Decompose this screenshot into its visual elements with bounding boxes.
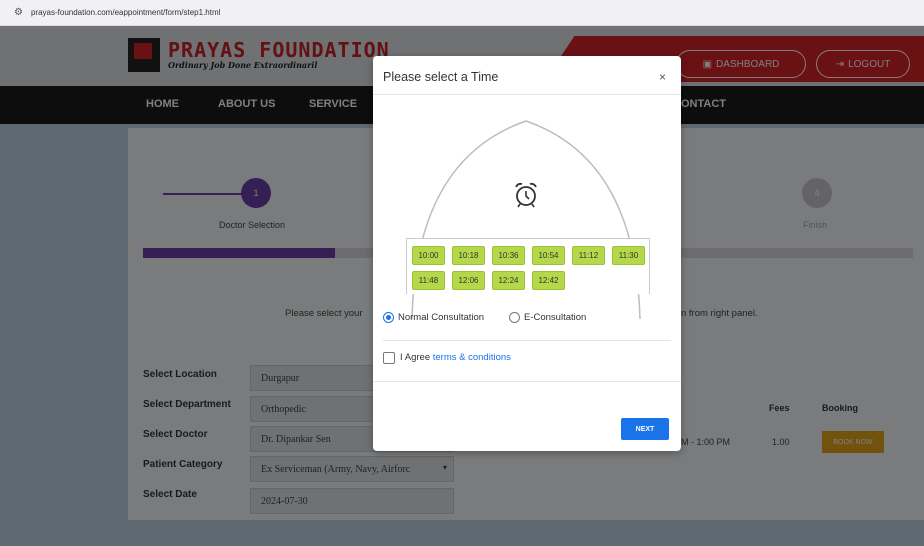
- time-slot[interactable]: 10:54: [532, 246, 565, 265]
- time-slot[interactable]: 11:48: [412, 271, 445, 290]
- address-bar[interactable]: ⚙ prayas-foundation.com/eappointment/for…: [0, 0, 924, 26]
- time-slot[interactable]: 10:00: [412, 246, 445, 265]
- modal-divider: [373, 381, 681, 382]
- modal-title: Please select a Time: [383, 70, 499, 84]
- time-slot[interactable]: 10:18: [452, 246, 485, 265]
- next-button[interactable]: NEXT: [621, 418, 669, 440]
- modal-divider: [373, 94, 681, 95]
- time-slot[interactable]: 12:24: [492, 271, 525, 290]
- normal-consultation-label[interactable]: Normal Consultation: [398, 312, 484, 323]
- url-text[interactable]: prayas-foundation.com/eappointment/form/…: [31, 8, 220, 17]
- agree-checkbox[interactable]: [383, 352, 395, 364]
- time-slot[interactable]: 12:42: [532, 271, 565, 290]
- time-slot[interactable]: 11:12: [572, 246, 605, 265]
- time-slot[interactable]: 10:36: [492, 246, 525, 265]
- terms-link[interactable]: terms & conditions: [433, 352, 511, 363]
- modal-divider: [383, 340, 671, 341]
- normal-consultation-radio[interactable]: [383, 312, 394, 323]
- time-slot[interactable]: 12:06: [452, 271, 485, 290]
- close-icon[interactable]: ×: [659, 70, 666, 84]
- agree-text: I Agree: [400, 352, 433, 363]
- alarm-clock-icon: [515, 182, 537, 208]
- site-settings-icon[interactable]: ⚙: [14, 7, 23, 18]
- e-consultation-radio[interactable]: [509, 312, 520, 323]
- e-consultation-label[interactable]: E-Consultation: [524, 312, 586, 323]
- time-slots-panel: 10:00 10:18 10:36 10:54 11:12 11:30 11:4…: [406, 238, 650, 294]
- time-slot[interactable]: 11:30: [612, 246, 645, 265]
- agree-label: I Agree terms & conditions: [400, 352, 511, 363]
- time-select-modal: Please select a Time × 10:00 10:18 10:36…: [373, 56, 681, 451]
